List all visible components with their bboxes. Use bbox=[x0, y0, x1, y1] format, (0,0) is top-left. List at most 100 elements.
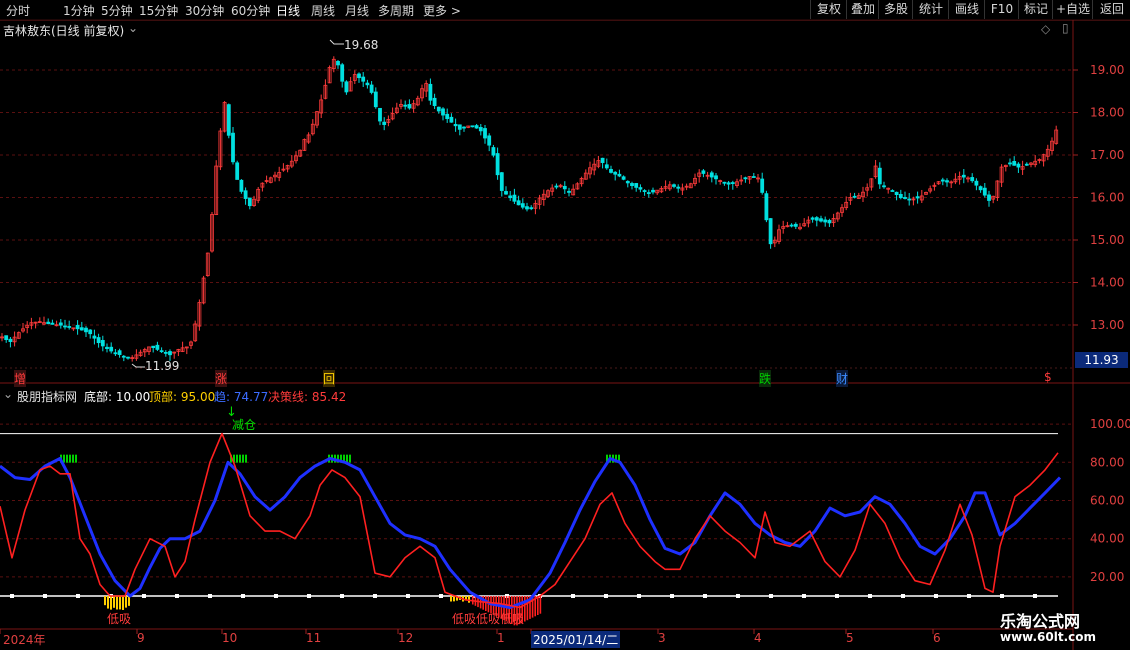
bottom-reference-dot bbox=[637, 594, 641, 598]
candle-body bbox=[436, 106, 441, 112]
bottom-reference-dot bbox=[868, 594, 872, 598]
bottom-reference-dot bbox=[274, 594, 278, 598]
x-label: 10 bbox=[222, 631, 238, 645]
candle-body bbox=[978, 186, 983, 191]
candle-body bbox=[1024, 163, 1029, 166]
bottom-reference-dot bbox=[802, 594, 806, 598]
bottom-reference-dot bbox=[142, 594, 146, 598]
candle-body bbox=[1012, 161, 1017, 166]
candle-body bbox=[982, 187, 987, 196]
candle-body bbox=[789, 224, 794, 227]
candlestick-series bbox=[0, 39, 1073, 369]
bottom-reference-dot bbox=[340, 594, 344, 598]
candle-body bbox=[457, 124, 462, 130]
bottom-reference-dot bbox=[175, 594, 179, 598]
bottom-reference-dot bbox=[406, 594, 410, 598]
candle-body bbox=[407, 104, 412, 109]
bottom-reference-dot bbox=[967, 594, 971, 598]
x-label: 11 bbox=[306, 631, 322, 645]
candle-body bbox=[520, 203, 525, 208]
bottom-reference-dot bbox=[736, 594, 740, 598]
bottom-signal-bar bbox=[453, 596, 455, 602]
event-marker-hui[interactable]: 回 bbox=[323, 370, 336, 387]
candle-body bbox=[63, 325, 67, 328]
price-tick-label: 14.00 bbox=[1090, 276, 1124, 290]
candle-body bbox=[340, 64, 345, 82]
bottom-signal-bar bbox=[107, 596, 109, 609]
x-label: 3 bbox=[658, 631, 666, 645]
candle-body bbox=[96, 337, 101, 344]
event-marker-zeng[interactable]: 增 bbox=[14, 370, 27, 387]
candle-body bbox=[243, 190, 248, 199]
candle-body bbox=[562, 185, 567, 190]
x-label: 2024年 bbox=[3, 633, 46, 647]
candle-body bbox=[814, 217, 819, 221]
candle-body bbox=[58, 322, 63, 326]
event-marker-cai[interactable]: 财 bbox=[836, 370, 849, 387]
bottom-signal-bar bbox=[104, 596, 106, 606]
candle-body bbox=[432, 97, 437, 107]
candle-body bbox=[768, 218, 773, 245]
bottom-signal-bar bbox=[116, 596, 118, 610]
candle-body bbox=[239, 179, 244, 192]
indicator-collapse-icon[interactable]: ⌄ bbox=[3, 387, 13, 401]
candle-body bbox=[50, 322, 55, 325]
top-signal-bar bbox=[239, 454, 241, 463]
candle-body bbox=[441, 108, 445, 116]
indicator-tick-label: 80.00 bbox=[1090, 455, 1124, 469]
candle-body bbox=[1016, 163, 1021, 168]
x-label: 12 bbox=[398, 631, 414, 645]
candle-body bbox=[163, 351, 168, 354]
top-signal-bar bbox=[66, 454, 68, 463]
panel-toggle-icon[interactable]: ▯ bbox=[1062, 21, 1069, 35]
low-price-label: 11.99 bbox=[145, 359, 180, 373]
bottom-signal-bar bbox=[110, 596, 112, 610]
top-signal-bar bbox=[69, 454, 71, 463]
candle-body bbox=[117, 350, 122, 355]
stock-chart[interactable]: 13.00 14.00 15.00 16.00 17.00 18.00 19.00 20.00… bbox=[0, 0, 1130, 650]
candle-body bbox=[344, 81, 349, 93]
bottom-reference-dot bbox=[571, 594, 575, 598]
candle-body bbox=[898, 193, 903, 199]
candle-body bbox=[970, 177, 975, 182]
event-marker-dollar[interactable]: $ bbox=[1044, 370, 1052, 384]
bottom-reference-dot bbox=[76, 594, 80, 598]
candle-body bbox=[478, 127, 483, 132]
candle-body bbox=[600, 157, 605, 163]
candle-body bbox=[945, 180, 949, 183]
bottom-signal-bar bbox=[465, 596, 467, 600]
candle-body bbox=[709, 172, 714, 178]
candle-body bbox=[642, 190, 647, 192]
candle-body bbox=[630, 183, 634, 187]
bottom-reference-dot bbox=[1000, 594, 1004, 598]
settings-icon[interactable]: ⌄ bbox=[128, 21, 138, 35]
candle-body bbox=[67, 326, 72, 328]
candle-body bbox=[638, 187, 643, 190]
candle-body bbox=[827, 220, 832, 224]
candle-body bbox=[961, 174, 966, 178]
price-tick-label: 16.00 bbox=[1090, 191, 1124, 205]
price-tick-label: 15.00 bbox=[1090, 233, 1124, 247]
candle-body bbox=[336, 60, 340, 66]
reduce-position-label: 减仓 bbox=[232, 418, 257, 432]
candle-body bbox=[504, 191, 508, 195]
candle-body bbox=[46, 321, 51, 325]
param-trend: 趋: 74.77 bbox=[214, 390, 269, 404]
candle-body bbox=[92, 335, 97, 339]
diamond-icon[interactable]: ◇ bbox=[1041, 22, 1050, 36]
candle-body bbox=[453, 123, 458, 127]
event-marker-zhang[interactable]: 涨 bbox=[215, 370, 228, 387]
top-signal-bar bbox=[242, 454, 244, 463]
bottom-reference-dot bbox=[934, 594, 938, 598]
candle-body bbox=[751, 176, 756, 178]
price-tick-label: 13.00 bbox=[1090, 318, 1124, 332]
watermark-title: 乐淘公式网 bbox=[1000, 612, 1081, 631]
event-marker-die[interactable]: 跌 bbox=[759, 370, 772, 387]
x-label: 1 bbox=[497, 631, 505, 645]
indicator-tick-label: 20.00 bbox=[1090, 570, 1124, 584]
bottom-signal-bar bbox=[119, 596, 121, 610]
bottom-reference-dot bbox=[439, 594, 443, 598]
bottom-signal-bar bbox=[539, 596, 542, 614]
current-price-badge: 11.93 bbox=[1075, 352, 1128, 368]
candle-body bbox=[508, 195, 513, 199]
